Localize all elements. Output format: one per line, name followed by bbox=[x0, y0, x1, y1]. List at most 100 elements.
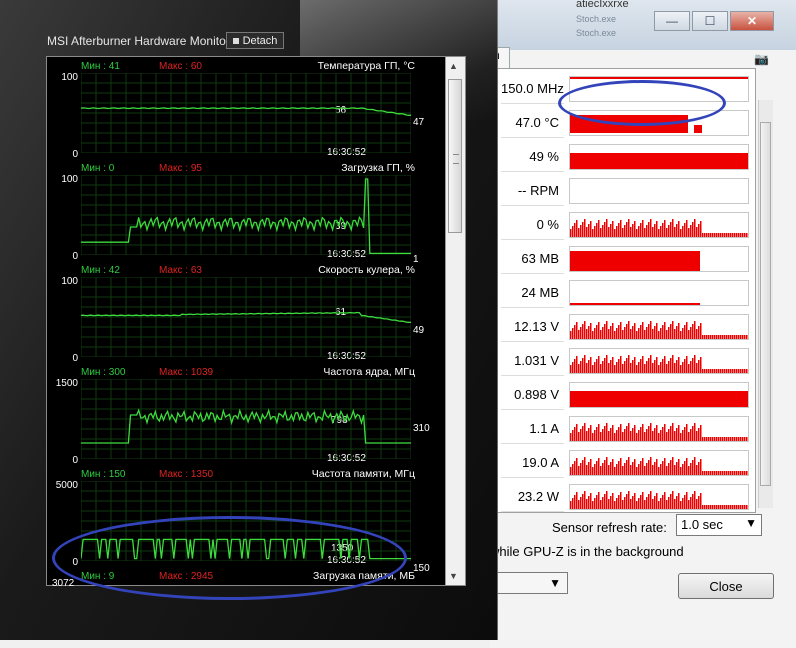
axis-top-value: 100 bbox=[61, 72, 78, 83]
monitor-panel: Мин : 42 Макс : 63 Скорость кулера, % 100 0 1… bbox=[47, 261, 447, 364]
monitor-graph bbox=[81, 379, 411, 459]
refresh-rate-select[interactable]: 1.0 sec ▼ bbox=[676, 514, 762, 536]
panel-title: Загрузка ГП, % bbox=[341, 162, 415, 174]
scroll-down-icon[interactable]: ▼ bbox=[449, 571, 458, 581]
sensor-graph bbox=[569, 484, 749, 510]
bg-process-text: atiecIxxrxe bbox=[576, 0, 629, 10]
panel-title: Скорость кулера, % bbox=[318, 264, 415, 276]
sensor-row: 1.1 A bbox=[501, 415, 755, 444]
last-value: 47 bbox=[413, 117, 425, 128]
sensor-value: 0.898 V bbox=[514, 387, 559, 402]
monitor-graph bbox=[81, 481, 411, 561]
monitor-panel: Мин : 41 Макс : 60 Температура ГП, °С 100 0 1… bbox=[47, 57, 447, 160]
sensor-value: 12.13 V bbox=[514, 319, 559, 334]
bg-process-text: Stoch.exe bbox=[576, 14, 617, 24]
next-graph-top-value: 3072 bbox=[52, 578, 75, 589]
sensor-value: 1.1 A bbox=[529, 421, 559, 436]
panel-max-value: Макс : 63 bbox=[159, 265, 202, 276]
sensor-value: 19.0 A bbox=[522, 455, 559, 470]
close-button[interactable]: Close bbox=[678, 573, 774, 599]
axis-top-value: 100 bbox=[61, 174, 78, 185]
minimize-icon[interactable]: — bbox=[654, 11, 690, 31]
panel-title: Частота памяти, МГц bbox=[311, 468, 415, 480]
panel-min-value: Мин : 41 bbox=[81, 61, 120, 72]
panel-min-value: Мин : 150 bbox=[81, 469, 126, 480]
sensor-graph bbox=[569, 280, 749, 306]
sensor-value: 24 MB bbox=[521, 285, 559, 300]
panel-title: Частота ядра, МГц bbox=[323, 366, 415, 378]
monitor-graph bbox=[81, 73, 411, 153]
sensor-graph bbox=[569, 416, 749, 442]
monitor-graphs: ▲ ▼ Мин : 41 Макс : 60 Температура ГП, °С 1… bbox=[46, 56, 466, 586]
sensor-row: 150.0 MHz bbox=[501, 75, 755, 104]
sensor-graph bbox=[569, 314, 749, 340]
sensor-graph bbox=[569, 246, 749, 272]
sensor-graph bbox=[569, 144, 749, 170]
scroll-thumb[interactable] bbox=[760, 122, 771, 486]
detach-button[interactable]: Detach bbox=[226, 32, 284, 49]
sensor-value: 0 % bbox=[536, 217, 559, 232]
sensor-value: 1.031 V bbox=[514, 353, 559, 368]
sensor-row: 12.13 V bbox=[501, 313, 755, 342]
monitor-panel: Мин : 150 Макс : 1350 Частота памяти, МГц 5… bbox=[47, 465, 447, 574]
panel-min-value: Мин : 42 bbox=[81, 265, 120, 276]
panel-title: Температура ГП, °С bbox=[317, 60, 415, 72]
panel-max-value: Макс : 1039 bbox=[159, 367, 214, 378]
axis-top-value: 5000 bbox=[55, 480, 78, 491]
monitor-panel: Мин : 300 Макс : 1039 Частота ядра, МГц 150… bbox=[47, 363, 447, 466]
sensor-value: -- RPM bbox=[517, 183, 559, 198]
sensor-value: 49 % bbox=[529, 149, 559, 164]
sensor-graph bbox=[569, 450, 749, 476]
sensor-row: -- RPM bbox=[501, 177, 755, 206]
camera-icon[interactable]: 📷 bbox=[754, 52, 769, 66]
sensor-row: 63 MB bbox=[501, 245, 755, 274]
last-value: 310 bbox=[413, 423, 430, 434]
axis-top-value: 100 bbox=[61, 276, 78, 287]
sensor-row: 0.898 V bbox=[501, 381, 755, 410]
panel-max-value: Макс : 2945 bbox=[159, 571, 214, 582]
sensor-graph bbox=[569, 110, 749, 136]
monitor-scrollbar[interactable]: ▲ ▼ bbox=[445, 57, 465, 585]
chevron-down-icon: ▼ bbox=[549, 576, 561, 590]
close-icon[interactable]: ✕ bbox=[730, 11, 774, 31]
sensor-row: 19.0 A bbox=[501, 449, 755, 478]
sensor-graph bbox=[569, 178, 749, 204]
sensor-row: 49 % bbox=[501, 143, 755, 172]
sensor-row: 47.0 °C bbox=[501, 109, 755, 138]
sensor-row: 24 MB bbox=[501, 279, 755, 308]
panel-title: Загрузка памяти, МБ bbox=[313, 570, 415, 582]
monitor-panel: Мин : 0 Макс : 95 Загрузка ГП, % 100 0 16:30:… bbox=[47, 159, 447, 265]
panel-max-value: Макс : 1350 bbox=[159, 469, 214, 480]
monitor-graph bbox=[81, 277, 411, 357]
refresh-rate-label: Sensor refresh rate: bbox=[552, 520, 667, 535]
panel-min-value: Мин : 300 bbox=[81, 367, 126, 378]
sensor-row: 0 % bbox=[501, 211, 755, 240]
sensor-value: 23.2 W bbox=[517, 489, 559, 504]
sensor-value: 63 MB bbox=[521, 251, 559, 266]
panel-min-value: Мин : 9 bbox=[81, 571, 115, 582]
last-value: 49 bbox=[413, 325, 425, 336]
sensor-row: 1.031 V bbox=[501, 347, 755, 376]
panel-min-value: Мин : 0 bbox=[81, 163, 115, 174]
sensor-scrollbar[interactable] bbox=[758, 100, 773, 508]
detach-icon bbox=[232, 37, 239, 44]
panel-max-value: Макс : 95 bbox=[159, 163, 202, 174]
sensor-value: 47.0 °C bbox=[515, 115, 559, 130]
sensor-graph bbox=[569, 212, 749, 238]
gpuz-window: atiecIxxrxe Stoch.exe Stoch.exe — ☐ ✕ n … bbox=[490, 0, 796, 648]
sensor-graph bbox=[569, 382, 749, 408]
sensor-list: 150.0 MHz 47.0 °C 49 % -- RPM 0 % 63 MB 24 MB 1… bbox=[490, 68, 756, 513]
sensor-graph bbox=[569, 76, 749, 102]
axis-top-value: 1500 bbox=[55, 378, 78, 389]
window-controls: — ☐ ✕ bbox=[654, 11, 776, 31]
sensor-value: 150.0 MHz bbox=[501, 81, 564, 96]
gpu-select[interactable]: ▼ bbox=[490, 572, 568, 594]
monitor-graph bbox=[81, 175, 411, 255]
window-title: MSI Afterburner Hardware Monitor bbox=[47, 34, 230, 48]
scroll-thumb[interactable] bbox=[448, 79, 462, 233]
scroll-up-icon[interactable]: ▲ bbox=[449, 61, 458, 71]
background-option-text: while GPU-Z is in the background bbox=[490, 544, 684, 559]
panel-max-value: Макс : 60 bbox=[159, 61, 202, 72]
maximize-icon[interactable]: ☐ bbox=[692, 11, 728, 31]
afterburner-monitor-window: MSI Afterburner Hardware Monitor Detach … bbox=[0, 0, 498, 640]
